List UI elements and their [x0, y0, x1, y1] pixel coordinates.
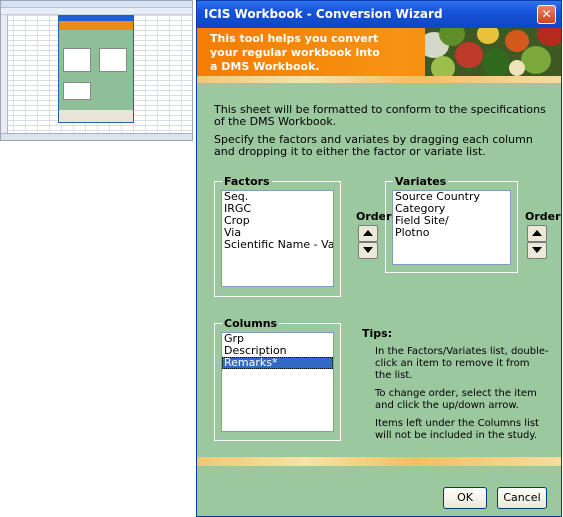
factors-list[interactable]: Seq. IRGC Crop Via Scientific Name - Var… [221, 190, 334, 287]
variates-item[interactable]: Plotno [393, 227, 510, 239]
tip-item: Items left under the Columns list will n… [375, 418, 539, 441]
arrow-up-icon [532, 230, 542, 236]
factors-move-down-button[interactable] [358, 242, 378, 259]
variates-move-down-button[interactable] [527, 242, 547, 259]
factors-label: Factors [222, 175, 272, 188]
variates-move-up-button[interactable] [527, 225, 547, 242]
dialog-footer: OK Cancel [197, 479, 561, 516]
tip-item: To change order, select the item and cli… [375, 388, 537, 411]
variates-order-label: Order [525, 210, 561, 223]
instructions: This sheet will be formatted to conform … [214, 104, 546, 164]
title-bar[interactable]: ICIS Workbook - Conversion Wizard ✕ [197, 1, 561, 28]
thumbnail-sheet-tabs [1, 133, 192, 140]
arrow-up-icon [363, 230, 373, 236]
factors-move-up-button[interactable] [358, 225, 378, 242]
columns-group: Columns Grp Description Remarks* [214, 317, 341, 441]
factors-group: Factors Seq. IRGC Crop Via Scientific Na… [214, 175, 341, 297]
tip-item: In the Factors/Variates list, double-cli… [375, 346, 549, 381]
ok-button[interactable]: OK [443, 487, 487, 509]
variates-group: Variates Source Country Category Field S… [385, 175, 518, 273]
tips-title: Tips: [362, 327, 393, 340]
variates-label: Variates [393, 175, 449, 188]
thumbnail-menubar [1, 1, 192, 8]
footer-stripe [197, 457, 561, 466]
spreadsheet-thumbnail [0, 0, 193, 141]
arrow-down-icon [363, 247, 373, 253]
cancel-button[interactable]: Cancel [497, 487, 547, 509]
thumbnail-toolbar [1, 8, 192, 15]
intro-line-2: Specify the factors and variates by drag… [214, 133, 533, 158]
arrow-down-icon [532, 247, 542, 253]
header-banner: This tool helps you convert your regular… [197, 28, 561, 76]
tips-text: In the Factors/Variates list, double-cli… [375, 346, 549, 448]
factors-item[interactable]: Scientific Name - Variety [222, 239, 333, 251]
conversion-wizard-dialog: ICIS Workbook - Conversion Wizard ✕ This… [196, 0, 562, 517]
columns-item-selected[interactable]: Remarks* [222, 357, 333, 369]
close-button[interactable]: ✕ [537, 5, 556, 24]
thumbnail-row-headers [1, 15, 8, 140]
variates-list[interactable]: Source Country Category Field Site/ Plot… [392, 190, 511, 265]
dialog-title: ICIS Workbook - Conversion Wizard [204, 7, 443, 21]
banner-stripe [197, 76, 561, 83]
vegetables-image [425, 28, 561, 76]
intro-line-1: This sheet will be formatted to conform … [214, 103, 546, 128]
banner-text: This tool helps you convert your regular… [210, 32, 380, 73]
thumbnail-dialog-preview [58, 15, 134, 123]
columns-list[interactable]: Grp Description Remarks* [221, 332, 334, 432]
close-icon: ✕ [541, 7, 552, 21]
columns-label: Columns [222, 317, 280, 330]
